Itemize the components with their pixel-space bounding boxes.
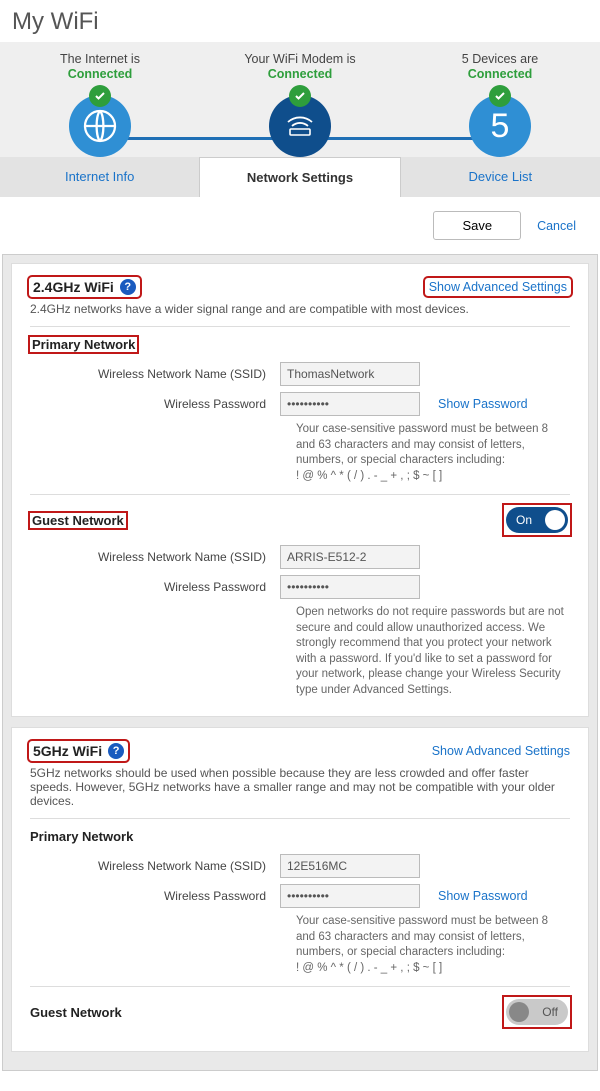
primary-network-title-5ghz: Primary Network [30, 829, 570, 844]
check-icon [89, 85, 111, 107]
password-label: Wireless Password [30, 889, 280, 903]
status-devices: 5 Devices are Connected 5 [400, 52, 600, 165]
divider [30, 818, 570, 819]
status-state: Connected [200, 67, 400, 81]
section-title-24ghz: 2.4GHz WiFi ? [30, 278, 139, 296]
guest-password-input-24ghz[interactable] [280, 575, 420, 599]
help-icon[interactable]: ? [108, 743, 124, 759]
section-title-text: 2.4GHz WiFi [33, 279, 114, 295]
guest-toggle-24ghz[interactable]: On [506, 507, 568, 533]
guest-network-title-24ghz: Guest Network [30, 513, 126, 528]
password-hint-5ghz: Your case-sensitive password must be bet… [296, 914, 570, 976]
page-title: My WiFi [0, 0, 600, 42]
status-label: Your WiFi Modem is [200, 52, 400, 67]
status-state: Connected [400, 67, 600, 81]
device-count: 5 [491, 107, 510, 146]
section-desc-5ghz: 5GHz networks should be used when possib… [30, 766, 570, 808]
status-state: Connected [0, 67, 200, 81]
device-count-inline: 5 [462, 52, 469, 66]
connector-line [300, 137, 498, 140]
guest-toggle-5ghz[interactable]: Off [506, 999, 568, 1025]
section-title-5ghz: 5GHz WiFi ? [30, 742, 127, 760]
show-advanced-5ghz[interactable]: Show Advanced Settings [432, 744, 570, 758]
ssid-label: Wireless Network Name (SSID) [30, 550, 280, 564]
check-icon [489, 85, 511, 107]
section-desc-24ghz: 2.4GHz networks have a wider signal rang… [30, 302, 570, 316]
toggle-knob [509, 1002, 529, 1022]
password-label: Wireless Password [30, 397, 280, 411]
status-internet: The Internet is Connected [0, 52, 200, 165]
divider [30, 986, 570, 987]
toggle-label: Off [542, 1005, 558, 1019]
panel-5ghz: 5GHz WiFi ? Show Advanced Settings 5GHz … [11, 727, 589, 1052]
guest-hint-24ghz: Open networks do not require passwords b… [296, 605, 570, 698]
show-password-24ghz[interactable]: Show Password [438, 397, 528, 411]
password-input-5ghz[interactable] [280, 884, 420, 908]
ssid-label: Wireless Network Name (SSID) [30, 859, 280, 873]
guest-network-title-5ghz: Guest Network [30, 1005, 122, 1020]
save-button[interactable]: Save [433, 211, 521, 240]
status-label: 5 Devices are [400, 52, 600, 67]
password-label: Wireless Password [30, 580, 280, 594]
password-hint-24ghz: Your case-sensitive password must be bet… [296, 422, 570, 484]
divider [30, 494, 570, 495]
guest-network-title-text: Guest Network [30, 513, 126, 528]
action-row: Save Cancel [0, 197, 600, 254]
primary-network-title-24ghz: Primary Network [30, 337, 570, 352]
guest-ssid-input-24ghz[interactable] [280, 545, 420, 569]
device-count-suffix: Devices are [469, 52, 538, 66]
ssid-label: Wireless Network Name (SSID) [30, 367, 280, 381]
status-bar: The Internet is Connected Your WiFi Mode… [0, 42, 600, 197]
show-password-5ghz[interactable]: Show Password [438, 889, 528, 903]
password-input-24ghz[interactable] [280, 392, 420, 416]
help-icon[interactable]: ? [120, 279, 136, 295]
section-title-text: 5GHz WiFi [33, 743, 102, 759]
toggle-label: On [516, 513, 532, 527]
ssid-input-5ghz[interactable] [280, 854, 420, 878]
status-modem: Your WiFi Modem is Connected [200, 52, 400, 165]
ssid-input-24ghz[interactable] [280, 362, 420, 386]
primary-network-title-text: Primary Network [30, 337, 137, 352]
toggle-knob [545, 510, 565, 530]
divider [30, 326, 570, 327]
status-label: The Internet is [0, 52, 200, 67]
settings-container: 2.4GHz WiFi ? Show Advanced Settings 2.4… [2, 254, 598, 1071]
cancel-link[interactable]: Cancel [537, 219, 576, 233]
show-advanced-24ghz[interactable]: Show Advanced Settings [426, 279, 570, 295]
check-icon [289, 85, 311, 107]
panel-24ghz: 2.4GHz WiFi ? Show Advanced Settings 2.4… [11, 263, 589, 717]
